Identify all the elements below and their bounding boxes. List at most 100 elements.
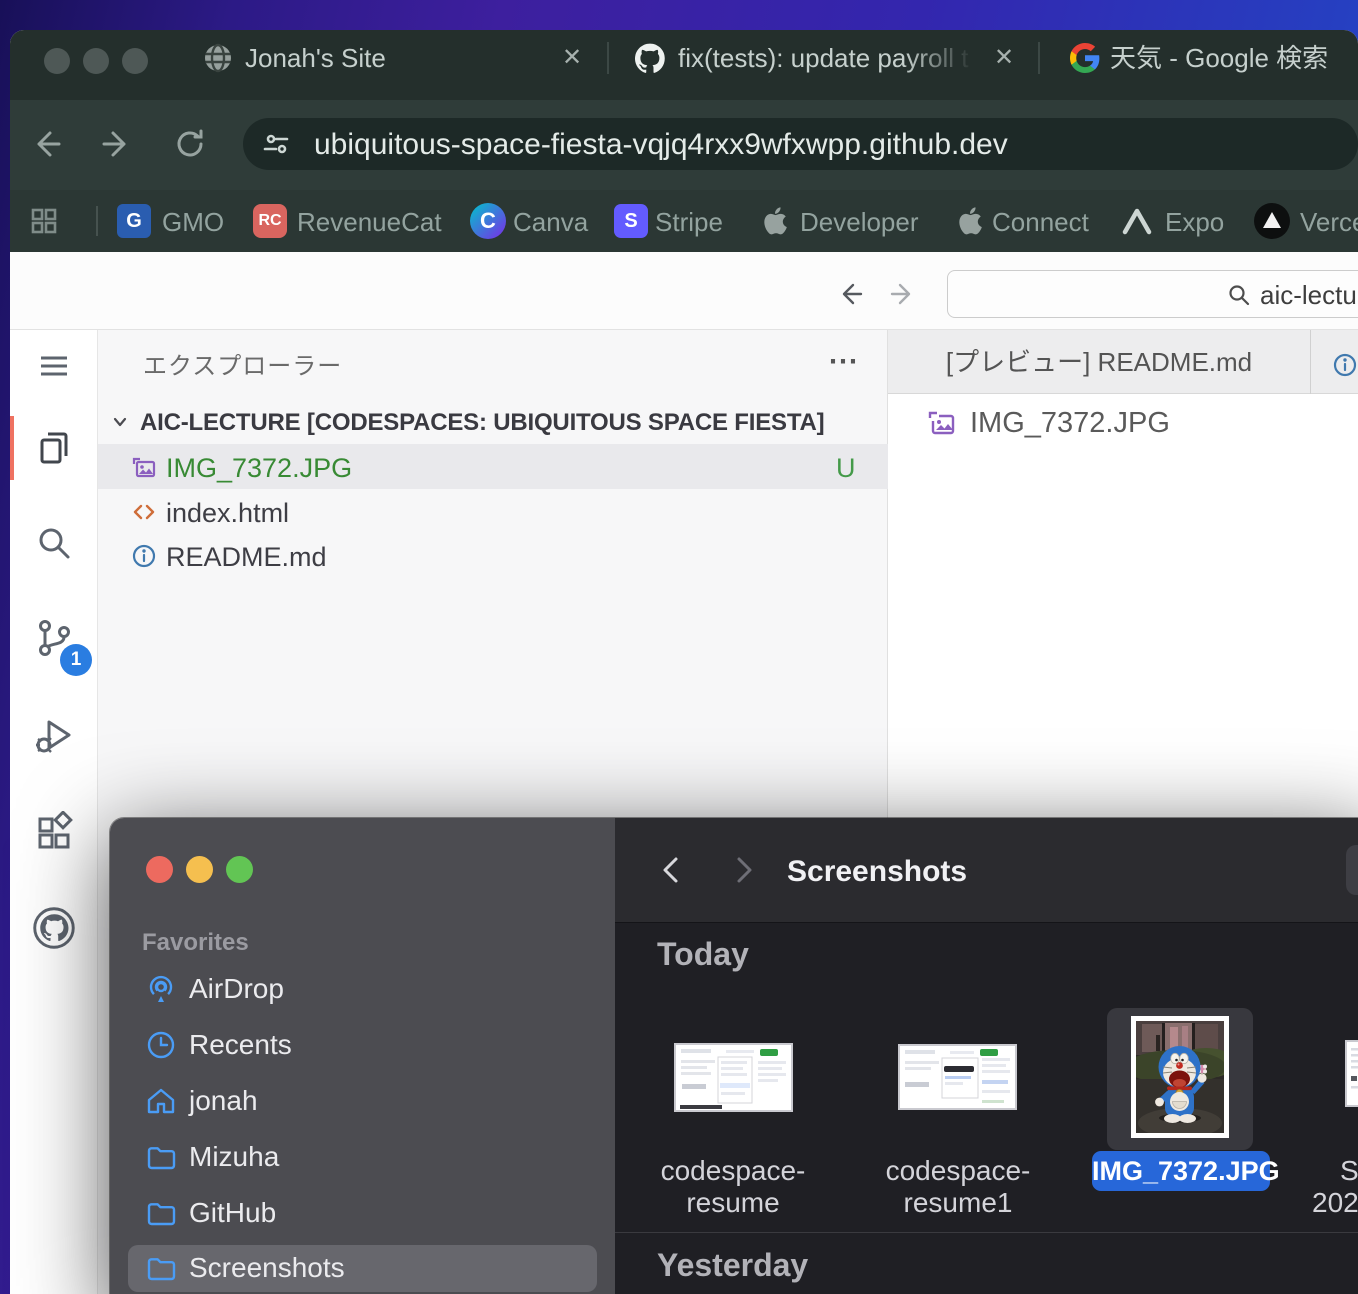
finder-toolbar-control[interactable] xyxy=(1346,845,1358,895)
back-icon[interactable] xyxy=(29,127,63,161)
menu-icon[interactable] xyxy=(32,344,76,388)
run-debug-icon[interactable] xyxy=(32,713,76,757)
broken-image-icon xyxy=(926,406,958,438)
file-thumbnail[interactable] xyxy=(1345,1040,1358,1107)
search-icon xyxy=(1227,283,1251,307)
extensions-icon[interactable] xyxy=(32,811,76,855)
file-name: README.md xyxy=(166,540,327,574)
tab-google-search[interactable]: 天気 - Google 検索 xyxy=(1110,42,1328,74)
favicon-letter: S xyxy=(624,210,637,233)
address-url[interactable]: ubiquitous-space-fiesta-vqjq4rxx9wfxwpp.… xyxy=(314,128,1008,162)
site-settings-icon[interactable] xyxy=(263,131,289,157)
bookmarks-divider xyxy=(96,206,98,236)
tab-close-icon[interactable]: ✕ xyxy=(562,44,582,72)
vscode-forward-icon[interactable] xyxy=(888,279,918,309)
vscode-back-icon[interactable] xyxy=(835,279,865,309)
explorer-title: エクスプローラー xyxy=(143,353,342,381)
sidebar-item-airdrop[interactable]: AirDrop xyxy=(189,972,284,1006)
explorer-root-row[interactable]: AIC-LECTURE [CODESPACES: UBIQUITOUS SPAC… xyxy=(98,400,888,444)
section-header-yesterday: Yesterday xyxy=(657,1246,808,1284)
favicon-letter: G xyxy=(126,210,142,233)
html-icon xyxy=(131,499,157,525)
tab-github-pr[interactable]: fix(tests): update payroll t xyxy=(678,42,980,74)
reload-icon[interactable] xyxy=(173,127,207,161)
tab-readme-preview[interactable]: [プレビュー] README.md xyxy=(888,330,1311,394)
tab-divider xyxy=(607,42,609,74)
sidebar-item-jonah[interactable]: jonah xyxy=(189,1084,258,1118)
file-thumbnail[interactable] xyxy=(674,1043,793,1112)
github-view-icon[interactable] xyxy=(32,906,76,950)
folder-icon xyxy=(145,1252,177,1284)
google-icon xyxy=(1070,43,1100,73)
markdown-image-alt: IMG_7372.JPG xyxy=(970,406,1170,440)
airdrop-icon xyxy=(145,973,177,1005)
file-label-partial[interactable]: 2025 xyxy=(1312,1187,1358,1219)
bookmark-stripe[interactable]: Stripe xyxy=(655,206,723,238)
folder-icon xyxy=(145,1141,177,1173)
file-label[interactable]: codespace-resume1 xyxy=(858,1155,1058,1219)
finder-minimize-button[interactable] xyxy=(186,856,213,883)
bookmark-expo[interactable]: Expo xyxy=(1165,206,1224,238)
bookmark-connect[interactable]: Connect xyxy=(992,206,1089,238)
window-zoom-button[interactable] xyxy=(122,48,148,74)
file-row-readme[interactable]: README.md xyxy=(98,533,888,578)
info-icon[interactable] xyxy=(1332,352,1358,378)
file-name: IMG_7372.JPG xyxy=(166,451,352,485)
sidebar-item-recents[interactable]: Recents xyxy=(189,1028,292,1062)
clock-icon xyxy=(145,1029,177,1061)
scm-badge: 1 xyxy=(60,644,92,676)
git-status-badge: U xyxy=(836,451,856,485)
chevron-down-icon xyxy=(110,412,130,432)
vscode-search-value[interactable]: aic-lectu xyxy=(1260,279,1357,311)
desktop: Jonah's Site ✕ fix(tests): update payrol… xyxy=(0,0,1358,1294)
selected-file-name[interactable]: IMG_7372.JPG xyxy=(1092,1151,1270,1191)
finder-forward-icon[interactable] xyxy=(727,854,759,886)
sidebar-item-mizuha[interactable]: Mizuha xyxy=(189,1140,279,1174)
bookmark-gmo[interactable]: GMO xyxy=(162,206,224,238)
root-folder-label: AIC-LECTURE [CODESPACES: UBIQUITOUS SPAC… xyxy=(140,409,824,437)
explorer-more-icon[interactable]: ⋯ xyxy=(828,345,858,379)
file-row-index[interactable]: index.html xyxy=(98,489,888,534)
finder-content: Today codespace-resume codespace-resume1 xyxy=(615,923,1358,1294)
tab-jonahs-site[interactable]: Jonah's Site xyxy=(245,42,386,74)
bookmark-favicon-gmo: G xyxy=(117,204,151,238)
finder-back-icon[interactable] xyxy=(656,854,688,886)
file-label[interactable]: codespace-resume xyxy=(633,1155,833,1219)
window-minimize-button[interactable] xyxy=(83,48,109,74)
apple-icon xyxy=(760,205,788,237)
file-thumbnail[interactable] xyxy=(898,1044,1017,1110)
finder-sidebar xyxy=(110,818,615,1294)
finder-window: Favorites AirDrop Recents jonah Mizuha G… xyxy=(110,818,1358,1294)
bookmark-vercel[interactable]: Verce xyxy=(1300,206,1358,238)
sidebar-section-favorites: Favorites xyxy=(142,929,249,957)
finder-title: Screenshots xyxy=(787,854,967,890)
tab-divider xyxy=(1038,42,1040,74)
file-label-line: codespace- xyxy=(886,1155,1031,1186)
file-label-line: resume xyxy=(686,1187,779,1218)
favicon-letter: RC xyxy=(258,212,281,230)
bookmark-revenuecat[interactable]: RevenueCat xyxy=(297,206,442,238)
home-icon xyxy=(145,1085,177,1117)
window-close-button[interactable] xyxy=(44,48,70,74)
apps-grid-icon[interactable] xyxy=(30,207,58,235)
tab-close-icon[interactable]: ✕ xyxy=(994,44,1014,72)
github-icon xyxy=(635,43,665,73)
forward-icon[interactable] xyxy=(100,127,134,161)
folder-icon xyxy=(145,1197,177,1229)
finder-zoom-button[interactable] xyxy=(226,856,253,883)
sidebar-item-github[interactable]: GitHub xyxy=(189,1196,276,1230)
bookmark-favicon-canva: C xyxy=(470,203,506,239)
file-row-img[interactable]: IMG_7372.JPG U xyxy=(98,444,888,489)
section-header-today: Today xyxy=(657,935,749,973)
file-label-partial[interactable]: Sc xyxy=(1340,1155,1358,1187)
sidebar-item-screenshots[interactable]: Screenshots xyxy=(189,1251,345,1285)
photo-thumbnail[interactable] xyxy=(1131,1016,1229,1138)
bookmark-developer[interactable]: Developer xyxy=(800,206,919,238)
search-view-icon[interactable] xyxy=(32,521,76,565)
image-icon xyxy=(131,454,157,480)
vercel-icon xyxy=(1254,203,1290,239)
finder-close-button[interactable] xyxy=(146,856,173,883)
file-name: index.html xyxy=(166,496,289,530)
bookmark-canva[interactable]: Canva xyxy=(513,206,588,238)
explorer-icon[interactable] xyxy=(32,426,76,470)
